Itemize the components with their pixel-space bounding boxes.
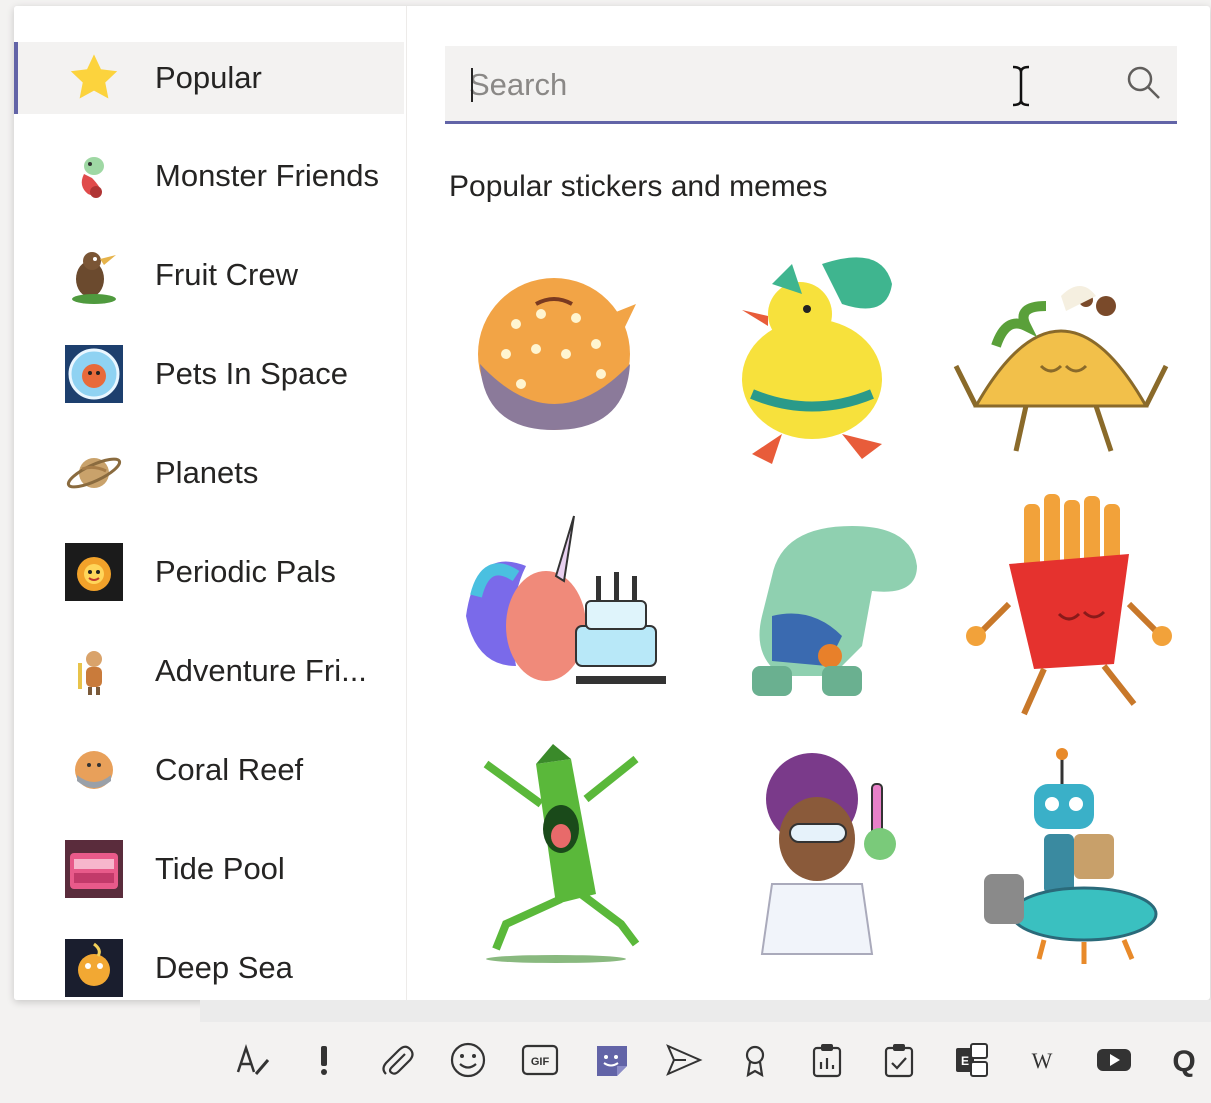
tide-pool-icon xyxy=(64,839,124,899)
taco-sticker[interactable] xyxy=(946,256,1176,486)
updates-icon[interactable]: E xyxy=(949,1038,993,1082)
sidebar-item-monster-friends[interactable]: Monster Friends xyxy=(14,140,404,212)
text-caret xyxy=(471,68,473,102)
sticker-icon[interactable] xyxy=(590,1038,634,1082)
unicorn-birthday-sticker[interactable] xyxy=(446,506,676,736)
section-title: Popular stickers and memes xyxy=(449,170,828,203)
monster-icon xyxy=(64,146,124,206)
sidebar-item-label: Tide Pool xyxy=(155,851,285,886)
sidebar-item-popular[interactable]: Popular xyxy=(14,42,404,114)
coral-reef-icon xyxy=(64,740,124,800)
format-icon[interactable] xyxy=(230,1038,274,1082)
praise-icon[interactable] xyxy=(733,1038,777,1082)
sidebar-item-adventure-friends[interactable]: Adventure Fri... xyxy=(14,635,404,707)
scientist-sticker[interactable] xyxy=(712,744,942,974)
svg-text:E: E xyxy=(961,1054,969,1068)
search-input[interactable] xyxy=(467,60,1071,110)
fruit-crew-icon xyxy=(64,245,124,305)
forms-icon[interactable] xyxy=(805,1038,849,1082)
planet-icon xyxy=(64,443,124,503)
star-icon xyxy=(64,48,124,108)
compose-box-edge xyxy=(200,1000,1211,1022)
sidebar-item-label: Periodic Pals xyxy=(155,554,336,589)
sidebar-item-coral-reef[interactable]: Coral Reef xyxy=(14,734,404,806)
ibeam-cursor-icon xyxy=(1010,64,1032,113)
sidebar-item-label: Monster Friends xyxy=(155,158,379,193)
sidebar-item-planets[interactable]: Planets xyxy=(14,437,404,509)
pufferfish-sticker[interactable] xyxy=(446,254,676,484)
category-sidebar: Popular Monster Friends Fruit Crew Pets … xyxy=(14,6,407,1000)
sidebar-item-label: Adventure Fri... xyxy=(155,653,367,688)
schedule-send-icon[interactable] xyxy=(662,1038,706,1082)
sidebar-item-fruit-crew[interactable]: Fruit Crew xyxy=(14,239,404,311)
sidebar-item-label: Deep Sea xyxy=(155,950,293,985)
compose-toolbar: GIF E W Q xyxy=(0,1022,1211,1103)
wikipedia-icon[interactable]: W xyxy=(1020,1038,1064,1082)
fries-sticker[interactable] xyxy=(964,494,1194,724)
gif-icon[interactable]: GIF xyxy=(518,1038,562,1082)
sidebar-item-periodic-pals[interactable]: Periodic Pals xyxy=(14,536,404,608)
dinosaur-sticker[interactable] xyxy=(712,506,942,736)
svg-text:W: W xyxy=(1032,1048,1053,1073)
robot-sticker[interactable] xyxy=(964,744,1194,974)
youtube-icon[interactable] xyxy=(1092,1038,1136,1082)
attach-icon[interactable] xyxy=(375,1038,419,1082)
sidebar-item-deep-sea[interactable]: Deep Sea xyxy=(14,932,404,1000)
svg-text:GIF: GIF xyxy=(531,1056,550,1068)
deep-sea-icon xyxy=(64,938,124,998)
important-icon[interactable] xyxy=(302,1038,346,1082)
adventure-friends-icon xyxy=(64,641,124,701)
periodic-pals-icon xyxy=(64,542,124,602)
svg-text:Q: Q xyxy=(1172,1045,1195,1078)
quizlet-icon[interactable]: Q xyxy=(1162,1038,1206,1082)
emoji-icon[interactable] xyxy=(446,1038,490,1082)
sidebar-item-label: Pets In Space xyxy=(155,356,349,391)
sidebar-item-label: Planets xyxy=(155,455,259,490)
pets-in-space-icon xyxy=(64,344,124,404)
sidebar-item-label: Popular xyxy=(155,60,262,95)
search-icon[interactable] xyxy=(1125,64,1163,107)
crayon-sticker[interactable] xyxy=(446,744,676,974)
search-box xyxy=(445,46,1177,124)
sidebar-item-label: Fruit Crew xyxy=(155,257,298,292)
approvals-icon[interactable] xyxy=(877,1038,921,1082)
party-duck-sticker[interactable] xyxy=(712,244,942,474)
sidebar-item-label: Coral Reef xyxy=(155,752,304,787)
sidebar-item-tide-pool[interactable]: Tide Pool xyxy=(14,833,404,905)
sticker-picker-panel: Popular Monster Friends Fruit Crew Pets … xyxy=(14,6,1210,1000)
sidebar-item-pets-in-space[interactable]: Pets In Space xyxy=(14,338,404,410)
